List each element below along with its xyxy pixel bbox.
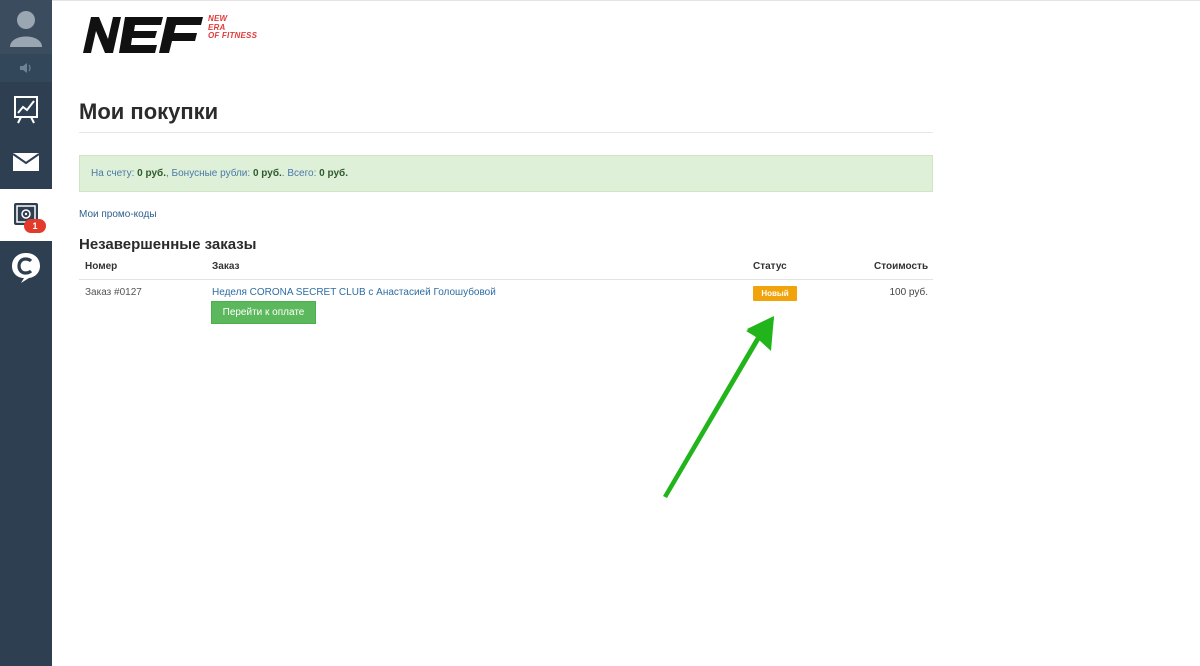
- user-icon: [10, 11, 42, 47]
- sidebar-item-stats[interactable]: [0, 84, 52, 136]
- title-divider: [79, 132, 933, 133]
- logo-tagline: NEW ERA OF FITNESS: [208, 14, 258, 41]
- order-cost: 100 руб.: [889, 287, 928, 298]
- total-value: 0 руб.: [319, 168, 348, 179]
- total-label: Всего:: [287, 168, 317, 179]
- avatar[interactable]: [0, 0, 52, 54]
- sidebar-item-purchases[interactable]: [0, 189, 52, 241]
- account-value: 0 руб.: [137, 168, 166, 179]
- column-header-number: Номер: [85, 261, 118, 272]
- balance-panel: На счету: 0 руб., Бонусные рубли: 0 руб.…: [79, 155, 933, 192]
- envelope-icon: [13, 153, 39, 171]
- c-logo-icon: [12, 253, 40, 283]
- promo-codes-link[interactable]: Мои промо-коды: [79, 209, 157, 220]
- column-header-status: Статус: [753, 261, 787, 272]
- page-title: Мои покупки: [79, 99, 219, 124]
- sidebar-item-brand[interactable]: [0, 242, 52, 294]
- status-badge: Новый: [753, 286, 797, 301]
- bonus-value: 0 руб.: [252, 168, 282, 179]
- column-header-order: Заказ: [212, 261, 240, 272]
- bonus-label: Бонусные рубли:: [171, 168, 251, 179]
- account-label: На счету:: [91, 168, 135, 179]
- speaker-icon: [20, 63, 31, 73]
- sound-toggle[interactable]: [0, 54, 52, 82]
- column-header-cost: Стоимость: [874, 261, 929, 272]
- sidebar: [0, 0, 52, 666]
- order-link[interactable]: Неделя CORONA SECRET CLUB с Анастасией Г…: [212, 287, 496, 298]
- order-number: Заказ #0127: [85, 287, 142, 298]
- top-divider: [52, 0, 1200, 1]
- notification-badge: 1: [24, 219, 46, 233]
- unfinished-orders-title: Незавершенные заказы: [79, 236, 257, 253]
- pay-button[interactable]: Перейти к оплате: [211, 301, 316, 324]
- table-header-divider: [79, 279, 933, 280]
- logo-tagline-line: OF FITNESS: [208, 31, 258, 40]
- sidebar-item-mail[interactable]: [0, 136, 52, 188]
- chart-icon: [14, 96, 38, 124]
